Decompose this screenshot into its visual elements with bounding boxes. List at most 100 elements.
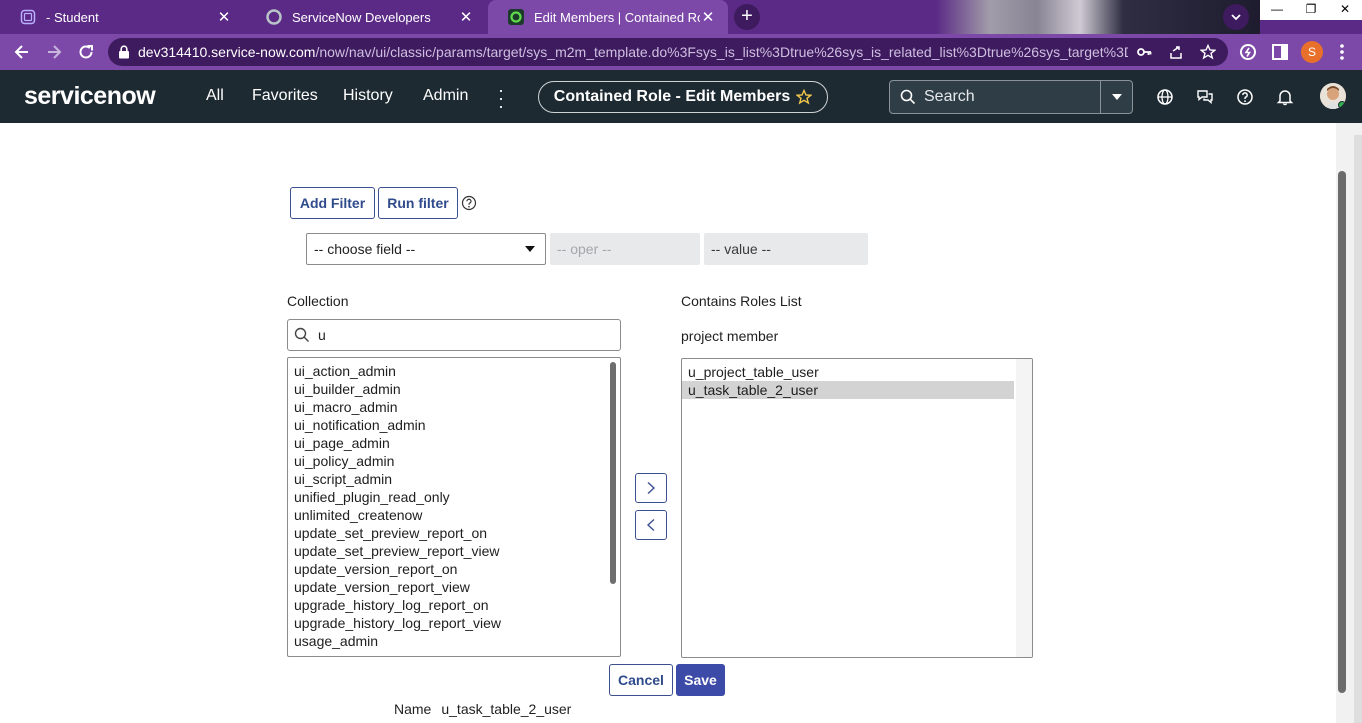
collection-list-item[interactable]: update_set_preview_report_view	[288, 542, 620, 560]
minimize-icon[interactable]: —	[1260, 0, 1294, 20]
contains-roles-listbox[interactable]: u_project_table_user u_task_table_2_user	[681, 358, 1033, 658]
operator-select: -- oper --	[550, 233, 700, 265]
outer-scrollbar-track[interactable]	[1354, 135, 1362, 723]
address-bar: dev314410.service-now.com/now/nav/ui/cla…	[0, 34, 1362, 70]
search-input[interactable]: Search	[924, 88, 1100, 106]
online-status-dot	[1338, 101, 1346, 109]
collection-list-item[interactable]: unified_plugin_read_only	[288, 488, 620, 506]
share-icon[interactable]	[1168, 44, 1184, 60]
page-context-title: Contained Role - Edit Members	[553, 88, 791, 105]
url-path: /now/nav/ui/classic/params/target/sys_m2…	[315, 44, 1128, 60]
contains-list-item[interactable]: u_task_table_2_user	[682, 381, 1014, 399]
collection-items: ui_action_admin ui_builder_admin ui_macro_…	[288, 362, 620, 650]
reload-icon[interactable]	[76, 42, 96, 62]
favorite-star-icon[interactable]	[796, 89, 813, 105]
close-tab-icon[interactable]: ✕	[458, 8, 474, 26]
tab-title: Edit Members | Contained Role |	[534, 9, 700, 25]
contains-list-item[interactable]: u_project_table_user	[682, 363, 1014, 381]
cancel-button[interactable]: Cancel	[609, 664, 673, 696]
help-icon[interactable]	[1236, 88, 1254, 106]
url-bar[interactable]: dev314410.service-now.com/now/nav/ui/cla…	[108, 38, 1228, 66]
servicenow-favicon-icon	[508, 9, 524, 25]
chevron-right-icon	[647, 481, 656, 495]
collection-search-input[interactable]	[318, 327, 608, 343]
nav-favorites[interactable]: Favorites	[252, 87, 318, 105]
tab-search-button[interactable]	[1223, 4, 1249, 30]
nav-history[interactable]: History	[343, 87, 393, 105]
collection-label: Collection	[287, 293, 349, 309]
globe-icon[interactable]	[1156, 88, 1174, 106]
collection-search-box[interactable]	[287, 319, 621, 351]
collection-list-item[interactable]: ui_builder_admin	[288, 380, 620, 398]
close-tab-icon[interactable]: ✕	[700, 8, 716, 26]
collection-list-item[interactable]: ui_macro_admin	[288, 398, 620, 416]
profile-avatar[interactable]: S	[1301, 41, 1323, 63]
page-icon	[20, 9, 36, 25]
collection-scrollbar[interactable]	[610, 362, 616, 584]
nav-admin[interactable]: Admin	[423, 87, 468, 105]
browser-tab-student[interactable]: - Student ✕	[0, 0, 244, 34]
chat-icon[interactable]	[1196, 88, 1214, 106]
browser-tab-strip: - Student ✕ ServiceNow Developers ✕ Edit…	[0, 0, 1362, 34]
close-window-icon[interactable]: ✕	[1328, 0, 1362, 20]
collection-list-item[interactable]: upgrade_history_log_report_on	[288, 596, 620, 614]
add-to-list-button[interactable]	[635, 473, 667, 503]
url-text[interactable]: dev314410.service-now.com/now/nav/ui/cla…	[138, 44, 1128, 60]
collection-listbox[interactable]: ui_action_admin ui_builder_admin ui_macro_…	[287, 357, 621, 657]
collection-list-item[interactable]: usage_admin	[288, 632, 620, 650]
lock-icon[interactable]	[118, 45, 130, 59]
collection-list-item[interactable]: ui_action_admin	[288, 362, 620, 380]
caret-down-icon	[525, 246, 535, 252]
browser-tab-servicenow-developers[interactable]: ServiceNow Developers ✕	[246, 0, 486, 34]
bookmark-star-icon[interactable]	[1200, 44, 1216, 60]
window-controls: — ❐ ✕	[1260, 0, 1362, 20]
contains-sublabel: project member	[681, 328, 779, 344]
servicenow-logo[interactable]: servicenow	[24, 82, 156, 111]
close-tab-icon[interactable]: ✕	[216, 8, 232, 26]
add-filter-button[interactable]: Add Filter	[290, 187, 375, 219]
collection-list-item[interactable]: ui_policy_admin	[288, 452, 620, 470]
extensions-icon[interactable]	[1238, 42, 1258, 62]
name-row: Name u_task_table_2_user	[394, 701, 571, 717]
key-icon[interactable]	[1136, 44, 1152, 60]
contains-scroll-track[interactable]	[1016, 359, 1032, 657]
forward-icon[interactable]	[44, 42, 64, 62]
search-icon	[900, 89, 916, 105]
collection-list-item[interactable]: ui_notification_admin	[288, 416, 620, 434]
browser-menu-icon[interactable]	[1334, 42, 1350, 62]
save-button[interactable]: Save	[676, 664, 725, 696]
restore-icon[interactable]: ❐	[1294, 0, 1328, 20]
search-scope-dropdown[interactable]	[1100, 81, 1132, 113]
side-panel-icon[interactable]	[1270, 42, 1290, 62]
collection-list-item[interactable]: update_version_report_on	[288, 560, 620, 578]
notifications-bell-icon[interactable]	[1276, 88, 1294, 106]
page-scrollbar-thumb[interactable]	[1338, 171, 1346, 693]
new-tab-button[interactable]: +	[734, 4, 760, 30]
collection-list-item[interactable]: ui_page_admin	[288, 434, 620, 452]
search-icon	[294, 327, 309, 342]
servicenow-favicon-icon	[266, 9, 282, 25]
browser-tab-edit-members[interactable]: Edit Members | Contained Role | ✕	[488, 0, 728, 34]
name-value: u_task_table_2_user	[441, 701, 572, 717]
collection-list-item[interactable]: upgrade_history_log_report_view	[288, 614, 620, 632]
more-menu-icon[interactable]: · · ·	[498, 81, 504, 115]
filter-help-icon[interactable]	[461, 195, 477, 211]
back-icon[interactable]	[12, 42, 32, 62]
choose-field-value: -- choose field --	[314, 241, 416, 257]
context-title-pill[interactable]: Contained Role - Edit Members	[538, 81, 828, 113]
run-filter-button[interactable]: Run filter	[378, 187, 458, 219]
nav-all[interactable]: All	[206, 87, 224, 105]
tab-strip-background	[900, 0, 1260, 34]
collection-list-item[interactable]: ui_script_admin	[288, 470, 620, 488]
page-scrollbar[interactable]	[1336, 123, 1362, 723]
chevron-left-icon	[646, 518, 655, 532]
remove-from-list-button[interactable]	[635, 510, 667, 540]
choose-field-select[interactable]: -- choose field --	[306, 233, 546, 265]
collection-list-item[interactable]: update_version_report_view	[288, 578, 620, 596]
collection-list-item[interactable]: update_set_preview_report_on	[288, 524, 620, 542]
collection-list-item[interactable]: unlimited_createnow	[288, 506, 620, 524]
global-search[interactable]: Search	[889, 80, 1133, 114]
caret-down-icon	[1111, 94, 1122, 100]
user-avatar[interactable]	[1320, 83, 1346, 109]
tab-title: ServiceNow Developers	[292, 9, 431, 25]
